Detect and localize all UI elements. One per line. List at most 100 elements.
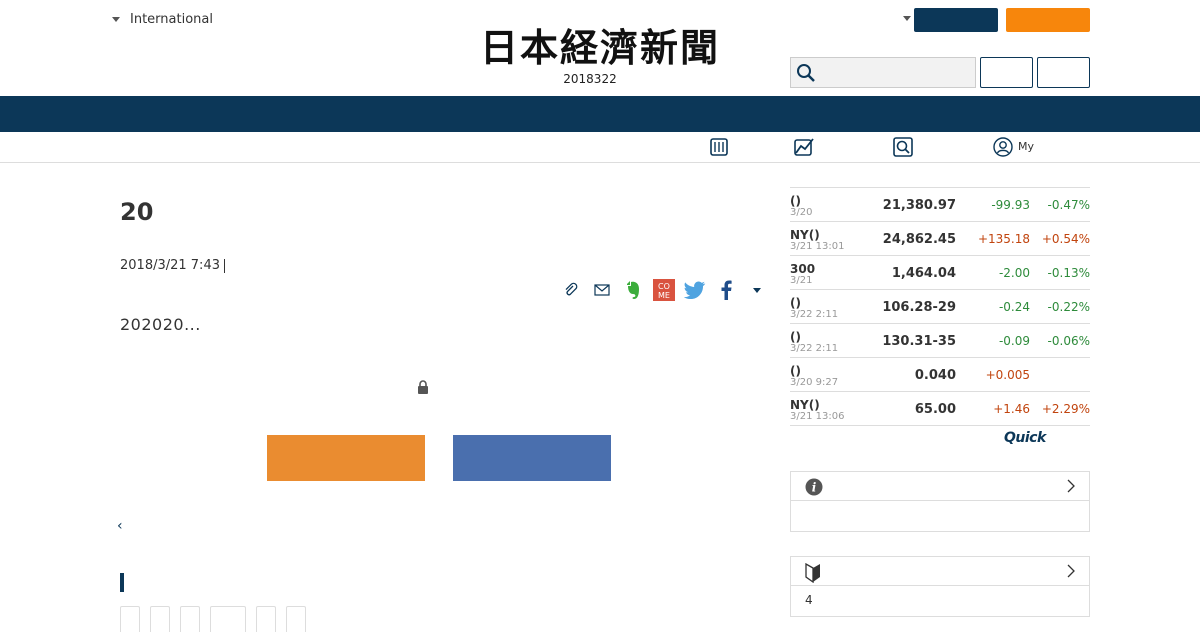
header-outline-button-2[interactable] — [1037, 57, 1090, 88]
login-button[interactable] — [914, 8, 998, 32]
search-icon[interactable] — [796, 63, 816, 83]
market-time: 3/20 9:27 — [790, 377, 839, 388]
account-menu-caret-icon[interactable] — [903, 16, 911, 21]
topic-tag[interactable] — [286, 606, 306, 632]
market-name: () — [790, 296, 801, 310]
info-box-body — [791, 501, 1089, 531]
market-change-pct: +0.54% — [1041, 232, 1090, 246]
market-change-pct: -0.13% — [1047, 266, 1090, 280]
market-name: 300 — [790, 262, 816, 276]
market-change-pct: -0.22% — [1047, 300, 1090, 314]
market-value: 106.28-29 — [882, 300, 956, 315]
language-label: International — [130, 12, 213, 27]
paper-viewer-icon[interactable] — [709, 137, 729, 157]
chevron-right-icon — [1067, 479, 1075, 493]
topic-tag[interactable] — [150, 606, 170, 632]
market-change: -0.09 — [998, 334, 1030, 348]
topic-tag[interactable] — [210, 606, 246, 632]
share-more-caret-icon[interactable] — [746, 278, 768, 302]
beginner-box-header[interactable] — [791, 557, 1089, 586]
come-icon[interactable]: CO ME — [653, 278, 675, 302]
my-page-label[interactable]: My — [1018, 140, 1034, 153]
topic-tag[interactable] — [180, 606, 200, 632]
market-change-pct: +2.29% — [1041, 402, 1090, 416]
subscribe-button[interactable] — [1006, 8, 1090, 32]
article-title: 20 — [120, 198, 154, 226]
topic-tag[interactable] — [256, 606, 276, 632]
market-row[interactable]: NY() 3/21 13:06 65.00 +1.46 +2.29% — [790, 392, 1090, 426]
market-change: +1.46 — [993, 402, 1030, 416]
market-time: 3/21 13:01 — [790, 241, 845, 252]
market-row[interactable]: () 3/20 9:27 0.040 +0.005 — [790, 358, 1090, 392]
section-heading-marker — [120, 573, 124, 592]
search-page-icon[interactable] — [893, 137, 913, 157]
subscribe-cta-button[interactable] — [267, 435, 425, 481]
header-outline-button-1[interactable] — [980, 57, 1033, 88]
mail-icon[interactable] — [591, 278, 613, 302]
login-cta-button[interactable] — [453, 435, 611, 481]
topic-tag[interactable] — [120, 606, 140, 632]
my-account-icon[interactable] — [993, 137, 1013, 157]
info-box: i — [790, 471, 1090, 532]
svg-text:i: i — [812, 481, 817, 495]
market-time: 3/22 2:11 — [790, 343, 839, 354]
article-lead: 202020... — [120, 315, 201, 334]
beginner-box: 4 — [790, 556, 1090, 617]
caret-down-icon — [112, 17, 120, 22]
market-change: -2.00 — [998, 266, 1030, 280]
twitter-icon[interactable] — [684, 278, 706, 302]
market-time: 3/21 — [790, 275, 813, 286]
market-change: -0.24 — [998, 300, 1030, 314]
market-change: -99.93 — [991, 198, 1030, 212]
market-name: NY() — [790, 398, 820, 412]
chevron-right-icon — [1067, 564, 1075, 578]
market-name: () — [790, 364, 801, 378]
market-row[interactable]: NY() 3/21 13:01 24,862.45 +135.18 +0.54% — [790, 222, 1090, 256]
search-input[interactable] — [790, 57, 976, 88]
market-value: 130.31-35 — [882, 334, 956, 349]
article-meta: 2018/3/21 7:43 — [120, 258, 225, 273]
info-box-header[interactable]: i — [791, 472, 1089, 501]
sub-nav: My — [0, 132, 1200, 163]
market-change-pct: -0.47% — [1047, 198, 1090, 212]
facebook-icon[interactable] — [715, 278, 737, 302]
market-row[interactable]: 300 3/21 1,464.04 -2.00 -0.13% — [790, 256, 1090, 290]
market-row[interactable]: () 3/22 2:11 106.28-29 -0.24 -0.22% — [790, 290, 1090, 324]
market-change: +0.005 — [985, 368, 1030, 382]
main-nav-bar — [0, 96, 1200, 132]
market-time: 3/22 2:11 — [790, 309, 839, 320]
market-time: 3/21 13:06 — [790, 411, 845, 422]
market-row[interactable]: () 3/20 21,380.97 -99.93 -0.47% — [790, 188, 1090, 222]
market-value: 21,380.97 — [882, 198, 956, 213]
market-change: +135.18 — [977, 232, 1030, 246]
info-icon: i — [805, 478, 823, 496]
meta-divider — [223, 258, 225, 273]
article-datetime: 2018/3/21 7:43 — [120, 258, 220, 273]
market-name: () — [790, 330, 801, 344]
market-name: () — [790, 194, 801, 208]
quick-logo[interactable]: Quick — [1004, 430, 1046, 446]
market-time: 3/20 — [790, 207, 813, 218]
svg-text:ME: ME — [658, 291, 670, 300]
beginner-mark-icon — [805, 563, 820, 583]
share-bar: CO ME — [560, 278, 768, 302]
market-row[interactable]: () 3/22 2:11 130.31-35 -0.09 -0.06% — [790, 324, 1090, 358]
market-name: NY() — [790, 228, 820, 242]
edition-date: 2018322 — [563, 72, 617, 86]
language-selector[interactable]: International — [112, 12, 213, 27]
market-value: 0.040 — [914, 368, 956, 383]
beginner-box-body: 4 — [791, 586, 1089, 616]
market-value: 65.00 — [914, 402, 956, 417]
site-logo[interactable]: 日本経濟新聞 — [452, 28, 748, 68]
market-chart-icon[interactable] — [793, 137, 815, 157]
market-value: 24,862.45 — [882, 232, 956, 247]
market-value: 1,464.04 — [891, 266, 956, 281]
clip-icon[interactable] — [560, 278, 582, 302]
chevron-left-icon[interactable]: ‹ — [117, 518, 123, 534]
evernote-icon[interactable] — [622, 278, 644, 302]
svg-text:CO: CO — [658, 282, 670, 291]
market-change-pct: -0.06% — [1047, 334, 1090, 348]
market-data-table: () 3/20 21,380.97 -99.93 -0.47% NY() 3/21 13:0… — [790, 187, 1090, 426]
lock-icon — [418, 380, 428, 394]
beginner-box-text: 4 — [805, 593, 813, 607]
